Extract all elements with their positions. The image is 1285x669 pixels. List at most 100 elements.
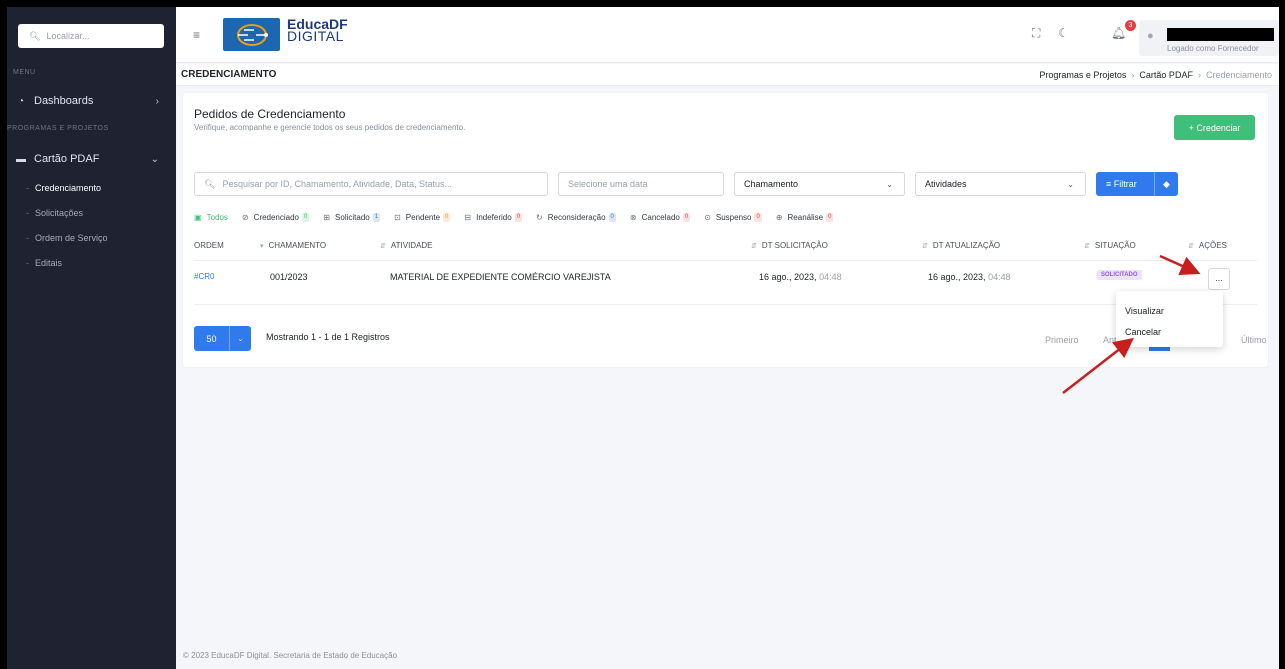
card-subtitle: Verifique, acompanhe e gerencie todos os… xyxy=(194,123,466,132)
count-badge: 1 xyxy=(372,212,381,222)
sort-icon: ⇵ xyxy=(1084,242,1090,250)
tab-reconsideracao[interactable]: ↻ Reconsideração 0 xyxy=(536,210,616,224)
column-header[interactable]: ⇵ DT SOLICITAÇÃO xyxy=(751,241,828,250)
tab-suspenso[interactable]: ⊙ Suspenso 0 xyxy=(704,210,762,224)
avatar: ● xyxy=(1147,30,1154,42)
sidebar-item-dashboards[interactable]: ◔ Dashboards › xyxy=(13,95,170,107)
column-header[interactable]: ⇵ DT ATUALIZAÇÃO xyxy=(922,241,1000,250)
filter-button-group: ≡ Filtrar ◆ xyxy=(1096,172,1178,196)
bell-icon[interactable]: 🔔︎ xyxy=(1111,26,1126,40)
user-role: Logado como Fornecedor xyxy=(1167,44,1259,53)
sidebar-item-ordem-servico[interactable]: - Ordem de Serviço xyxy=(26,233,108,243)
chevron-down-icon: ⌄ xyxy=(229,326,251,351)
cell-atividade: MATERIAL DE EXPEDIENTE COMÉRCIO VAREJIST… xyxy=(390,272,611,282)
check-circle-icon: ⊘ xyxy=(241,212,249,222)
count-badge: 0 xyxy=(443,212,451,222)
credenciar-button[interactable]: + Credenciar xyxy=(1174,115,1255,140)
date-input[interactable]: Selecione uma data xyxy=(558,172,724,196)
status-badge: SOLICITADO xyxy=(1097,270,1142,280)
fullscreen-icon[interactable]: ⛶ xyxy=(1032,26,1040,41)
table-row: #CR0 001/2023 MATERIAL DE EXPEDIENTE COM… xyxy=(194,268,1257,290)
sidebar-item-label: Cartão PDAF xyxy=(34,153,100,165)
pause-circle-icon: ⊙ xyxy=(704,212,711,222)
count-badge: 0 xyxy=(514,212,523,222)
sort-icon: ⇵ xyxy=(922,242,928,250)
notification-badge: 3 xyxy=(1125,20,1136,31)
cell-chamamento: 001/2023 xyxy=(270,272,308,282)
x-circle-icon: ⊗ xyxy=(629,212,637,222)
count-badge: 0 xyxy=(754,212,762,222)
breadcrumb-current: Credenciamento xyxy=(1205,70,1272,80)
tab-indeferido[interactable]: ⊟ Indeferido 0 xyxy=(464,210,523,224)
clear-filter-icon[interactable]: ◆ xyxy=(1154,172,1178,196)
cell-dt-atualizacao: 16 ago., 2023, 04:48 xyxy=(928,272,1011,282)
order-link[interactable]: #CR0 xyxy=(194,272,214,281)
sidebar-item-credenciamento[interactable]: - Credenciamento xyxy=(26,183,101,193)
breadcrumb-item[interactable]: Programas e Projetos xyxy=(1039,70,1126,80)
page-header: CREDENCIAMENTO Programas e Projetos › Ca… xyxy=(176,64,1279,86)
sidebar: 🔍︎ Localizar... MENU ◔ Dashboards › PROG… xyxy=(7,7,176,669)
count-badge: 0 xyxy=(682,212,691,222)
pagination-first[interactable]: Primeiro xyxy=(1045,335,1079,345)
menu-toggle-icon[interactable]: ≡ xyxy=(193,28,200,42)
column-header[interactable]: ⇵ AÇÕES xyxy=(1188,241,1227,250)
menu-heading: MENU xyxy=(13,69,36,76)
filter-button[interactable]: ≡ Filtrar xyxy=(1096,179,1154,189)
sidebar-item-cartao-pdaf[interactable]: ▬ Cartão PDAF ⌄ xyxy=(13,153,170,165)
pagination-last[interactable]: Último xyxy=(1241,335,1267,345)
user-menu[interactable]: ● Logado como Fornecedor xyxy=(1139,20,1279,56)
row-actions-button[interactable]: ... xyxy=(1208,268,1230,290)
tab-solicitado[interactable]: ⊞ Solicitado 1 xyxy=(323,210,381,224)
programs-heading: PROGRAMAS E PROJETOS xyxy=(7,125,109,132)
sort-icon: ⇵ xyxy=(751,242,757,250)
chamamento-select[interactable]: Chamamento ⌄ xyxy=(734,172,905,196)
count-badge: 0 xyxy=(608,212,616,222)
breadcrumb-item[interactable]: Cartão PDAF xyxy=(1139,70,1193,80)
sort-icon: ⇵ xyxy=(1188,242,1194,250)
count-badge: 0 xyxy=(826,212,834,222)
square-plus-icon: ⊞ xyxy=(323,212,331,222)
column-header[interactable]: ⇵ SITUAÇÃO xyxy=(1084,241,1136,250)
logo-icon xyxy=(223,18,280,51)
sort-icon: ▾ xyxy=(260,242,264,250)
chevron-down-icon: ⌄ xyxy=(886,179,893,189)
divider xyxy=(194,304,1257,305)
tab-credenciado[interactable]: ⊘ Credenciado 0 xyxy=(241,210,310,224)
breadcrumb: Programas e Projetos › Cartão PDAF › Cre… xyxy=(1039,70,1272,80)
sidebar-item-editais[interactable]: - Editais xyxy=(26,258,62,268)
search-input[interactable]: 🔍︎ Pesquisar por ID, Chamamento, Ativida… xyxy=(194,172,548,196)
chevron-down-icon: ⌄ xyxy=(150,153,159,165)
tab-todos[interactable]: ▣ Todos xyxy=(194,210,228,224)
divider xyxy=(194,260,1257,261)
column-header[interactable]: ▾ CHAMAMENTO xyxy=(260,241,326,250)
refresh-icon: ↻ xyxy=(536,212,543,222)
sidebar-search-input[interactable]: 🔍︎ Localizar... xyxy=(18,24,164,48)
count-badge: 0 xyxy=(302,212,310,222)
tab-pendente[interactable]: ⊡ Pendente 0 xyxy=(394,210,451,224)
footer-text: © 2023 EducaDF Digital. Secretaria de Es… xyxy=(183,651,398,660)
menu-item-visualizar[interactable]: Visualizar xyxy=(1125,306,1164,316)
page-title: CREDENCIAMENTO xyxy=(181,69,277,80)
dark-mode-icon[interactable]: ☾ xyxy=(1058,26,1069,40)
column-header[interactable]: ⇵ ATIVIDADE xyxy=(380,241,433,250)
menu-item-cancelar[interactable]: Cancelar xyxy=(1125,327,1161,337)
page-size-select[interactable]: 50 ⌄ xyxy=(194,326,251,351)
tab-reanalise[interactable]: ⊕ Reanálise 0 xyxy=(776,210,834,224)
dashboard-icon: ◔ xyxy=(17,95,25,107)
user-name-redacted xyxy=(1167,28,1274,41)
square-icon: ⊡ xyxy=(394,212,401,222)
sort-icon: ⇵ xyxy=(380,242,386,250)
card-icon: ▬ xyxy=(16,153,26,165)
sidebar-item-solicitacoes[interactable]: - Solicitações xyxy=(26,208,83,218)
topbar: ≡ EducaDF DIGITAL ⛶ ☾ 🔔︎ 3 ● Logado como… xyxy=(176,7,1279,63)
tab-cancelado[interactable]: ⊗ Cancelado 0 xyxy=(629,210,691,224)
plus-circle-icon: ⊕ xyxy=(775,212,783,222)
table-header: ORDEM ▾ CHAMAMENTO ⇵ ATIVIDADE ⇵ DT SOLICIT… xyxy=(194,241,1257,259)
atividades-select[interactable]: Atividades ⌄ xyxy=(915,172,1086,196)
pagination-current-page[interactable] xyxy=(1149,347,1170,351)
column-header[interactable]: ORDEM xyxy=(194,241,224,250)
chevron-down-icon: ⌄ xyxy=(1067,179,1074,189)
chevron-right-icon: › xyxy=(155,95,159,107)
credenciamento-card: Pedidos de Credenciamento Verifique, aco… xyxy=(183,93,1268,367)
records-summary: Mostrando 1 - 1 de 1 Registros xyxy=(266,332,390,342)
